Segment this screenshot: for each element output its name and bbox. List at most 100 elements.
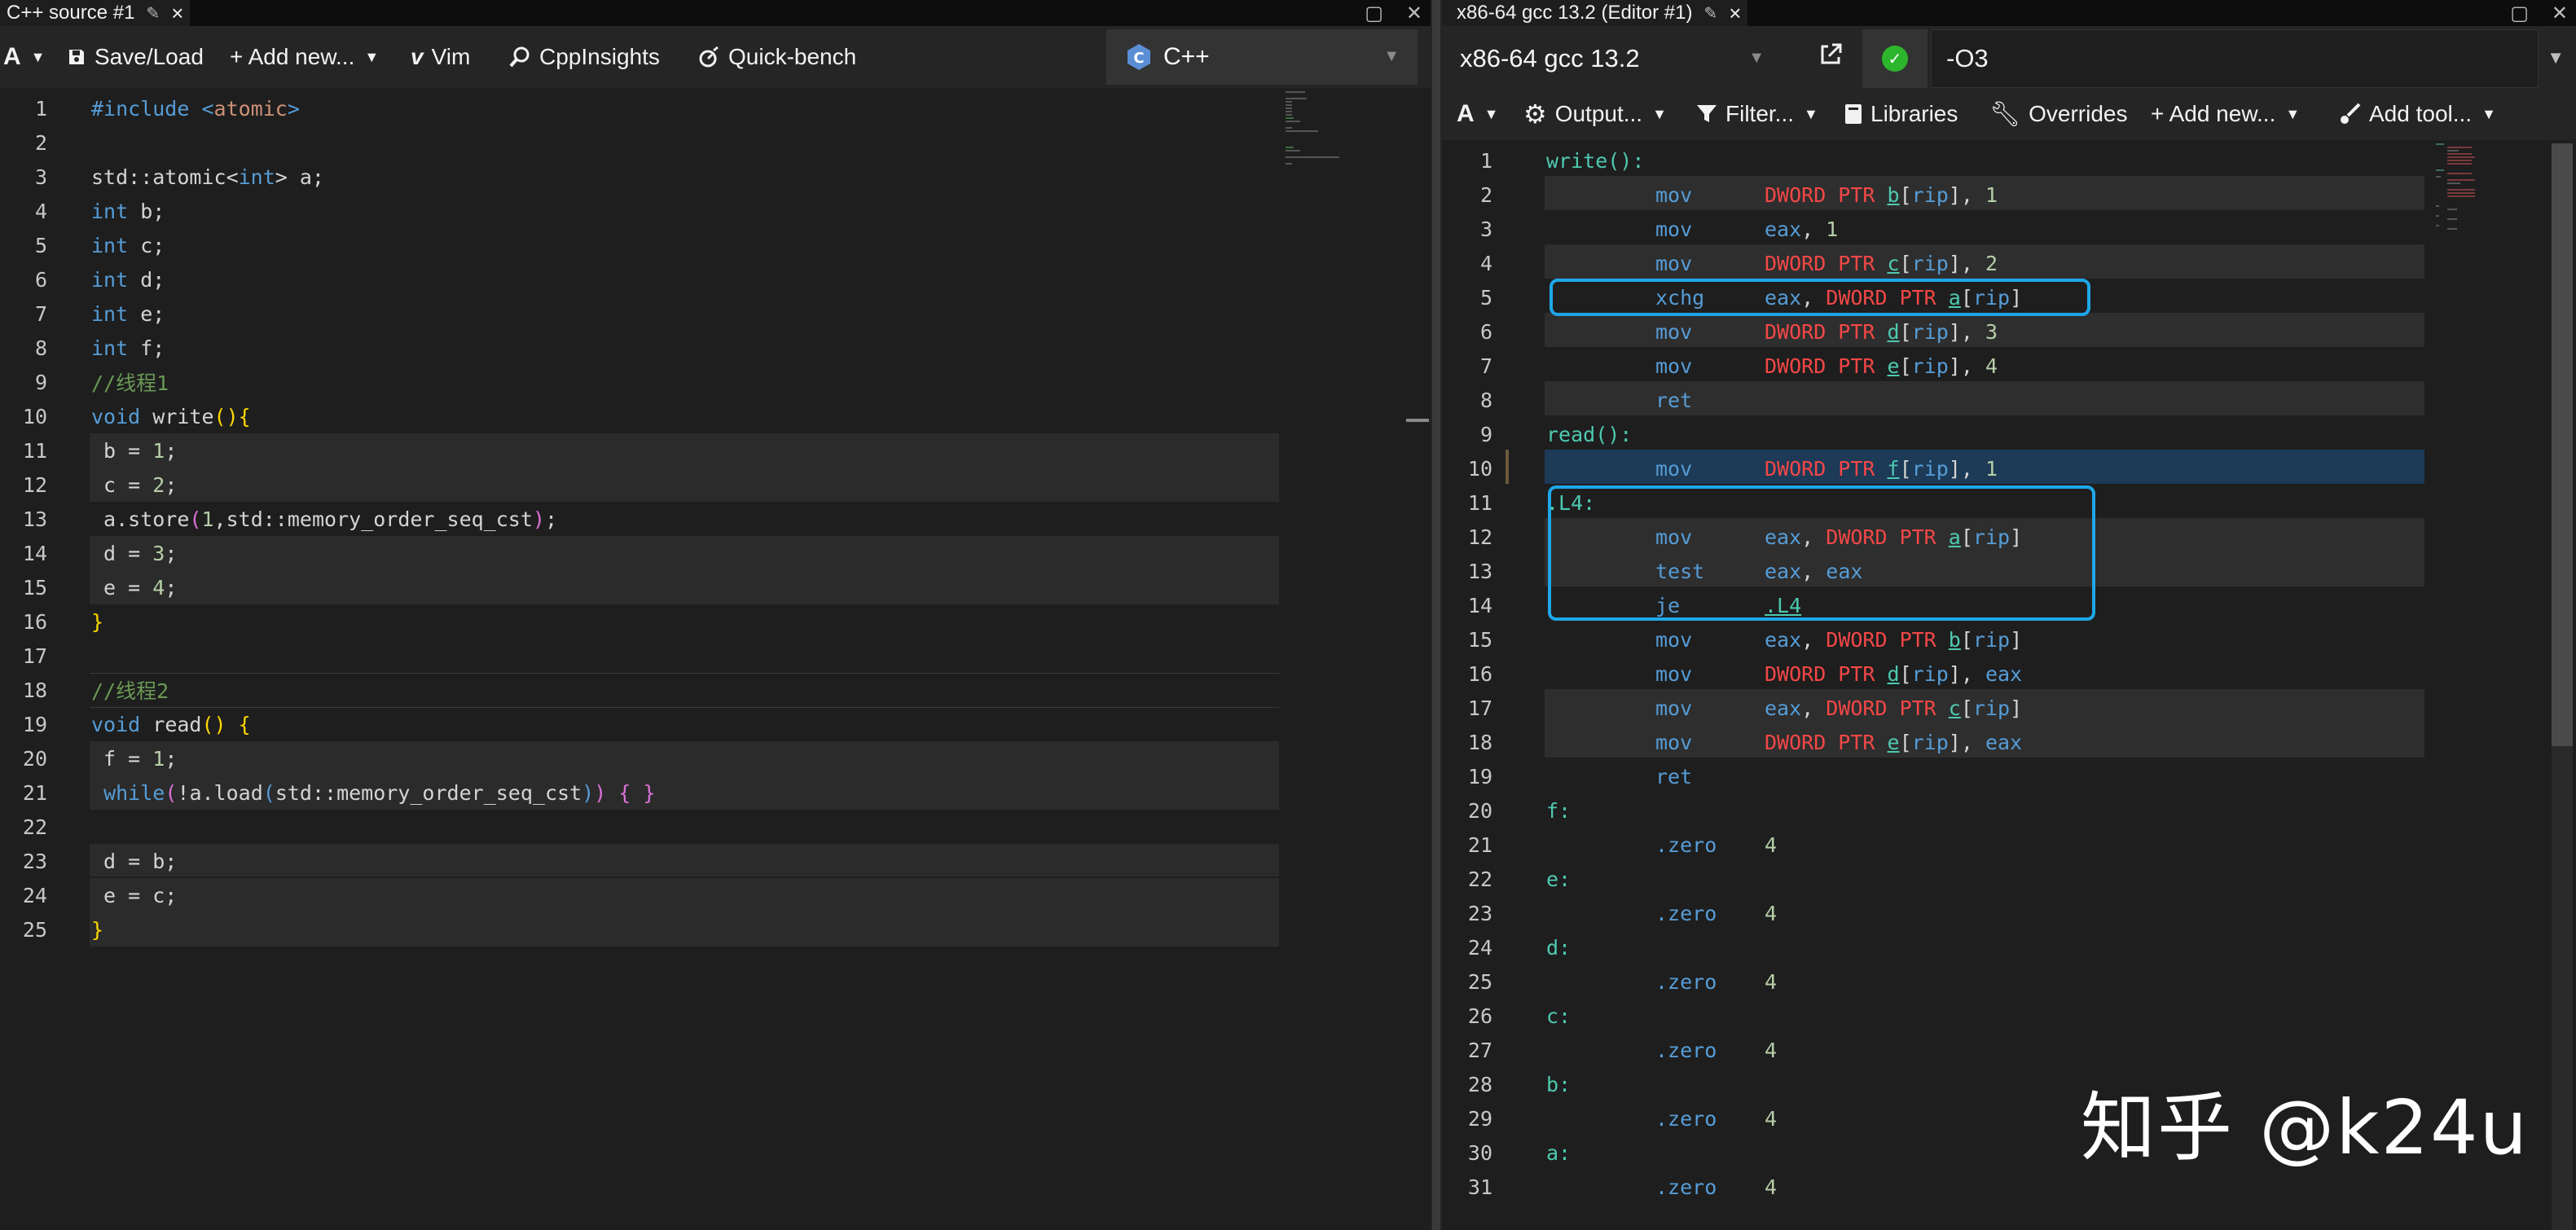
save-load-button[interactable]: Save/Load [67,26,204,88]
maximize-icon[interactable]: ▢ [1365,2,1383,25]
asm-line: 15 mov eax, DWORD PTR b[rip] [1467,627,2023,652]
chevron-down-icon: ▼ [1804,105,1818,122]
cpp-logo-icon: C [1128,44,1150,70]
brush-icon [2341,103,2361,124]
add-new-label: + Add new... [230,44,355,69]
chevron-down-icon: ▼ [1652,105,1667,122]
code-line: 11 b = 1; [22,438,178,463]
output-toolbar: A ▼ ⚙ Output... ▼ Filter... ▼ Libraries … [1442,88,2576,140]
assembly-scrollbar[interactable] [2552,143,2573,1230]
filter-button[interactable]: Filter... ▼ [1696,88,1818,140]
book-icon [1845,104,1862,124]
pane-splitter[interactable] [1431,0,1442,1230]
compiler-tab[interactable]: x86-64 gcc 13.2 (Editor #1) ✎ × [1442,0,1748,26]
code-line: 19 void read() { [22,712,251,736]
source-minimap[interactable] [1286,91,1367,173]
add-new-label: + Add new... [2151,101,2276,126]
filter-label: Filter... [1725,101,1795,126]
code-line: 23 d = b; [22,849,178,873]
spin-loop-highlight-box [1548,485,2095,621]
libraries-button[interactable]: Libraries [1844,88,1958,140]
vim-label: Vim [431,44,471,69]
asm-line: 19 ret [1467,764,1693,789]
font-size-button[interactable]: A ▼ [1457,88,1499,140]
code-line: 16} [22,609,104,634]
language-select[interactable]: C C++ ▼ [1106,29,1418,85]
maximize-icon[interactable]: ▢ [2510,2,2529,25]
add-tool-button[interactable]: Add tool... ▼ [2338,88,2496,140]
close-icon[interactable]: × [171,2,183,24]
output-label: Output... [1554,101,1643,126]
asm-line: 21 .zero 4 [1467,832,1778,857]
code-line: 13 a.store(1,std::memory_order_seq_cst); [22,507,558,531]
scrollbar-thumb[interactable] [2552,143,2573,746]
quickbench-button[interactable]: Quick-bench [697,26,856,88]
asm-line: 24 d: [1467,935,1572,960]
compiler-flags-input[interactable]: -O3 [1931,29,2539,88]
code-line: 20 f = 1; [22,746,178,771]
code-line: 8 int f; [34,336,165,360]
compiler-output-pane: x86-64 gcc 13.2 (Editor #1) ✎ × ▢ ✕ x86-… [1442,0,2576,1230]
asm-line: 20 f: [1467,798,1572,823]
compile-status[interactable]: ✓ [1862,29,1928,88]
libraries-label: Libraries [1870,101,1958,126]
source-editor-pane: C++ source #1 ✎ × ▢ ✕ A ▼ Save/Load + Ad… [0,0,1431,1230]
quickbench-label: Quick-bench [728,44,857,69]
save-load-label: Save/Load [95,44,204,69]
code-line: 10 void write(){ [22,404,251,428]
source-tabbar: C++ source #1 ✎ × ▢ ✕ [0,0,1431,26]
vim-button[interactable]: v Vim [411,26,470,88]
code-line: 2 [34,130,47,155]
save-icon [69,50,84,64]
code-line: 9//线程1 [34,370,169,396]
vim-icon: v [411,44,424,69]
code-line: 18//线程2 [22,678,169,704]
compiler-select[interactable]: x86-64 gcc 13.2 ▼ [1442,29,1781,88]
cppinsights-label: CppInsights [539,44,660,69]
code-line: 7 int e; [34,301,165,326]
asm-line: 23 .zero 4 [1467,901,1778,925]
output-button[interactable]: ⚙ Output... ▼ [1523,88,1667,140]
asm-line: 22 e: [1467,867,1572,891]
compiler-tabbar: x86-64 gcc 13.2 (Editor #1) ✎ × ▢ ✕ [1442,0,2576,26]
popout-icon[interactable] [1818,42,1843,71]
close-pane-icon[interactable]: ✕ [1406,2,1422,25]
chevron-down-icon[interactable]: ▼ [2547,47,2565,68]
overview-ruler-mark [1406,419,1429,422]
close-pane-icon[interactable]: ✕ [2552,2,2568,25]
assembly-minimap[interactable] [2436,143,2517,249]
asm-line: 25 .zero 4 [1467,969,1778,994]
pane-window-buttons: ▢ ✕ [2510,0,2568,26]
cppinsights-button[interactable]: CppInsights [508,26,660,88]
close-icon[interactable]: × [1729,2,1741,24]
compiler-tab-title: x86-64 gcc 13.2 (Editor #1) [1457,2,1693,24]
add-new-button[interactable]: + Add new... ▼ [230,26,379,88]
overrides-label: Overrides [2029,101,2128,126]
code-line: 5 int c; [34,233,165,257]
asm-line: 8 ret [1479,388,1693,412]
asm-line: 1 write(): [1479,148,1645,173]
language-label: C++ [1163,43,1210,70]
overrides-button[interactable]: 🔧︎ Overrides [1989,88,2127,140]
add-new-button[interactable]: + Add new... ▼ [2151,88,2300,140]
chevron-down-icon: ▼ [30,48,46,65]
pencil-icon[interactable]: ✎ [1704,3,1718,24]
chevron-down-icon: ▼ [1748,49,1765,67]
wrench-icon: 🔧︎ [1989,100,2021,128]
source-tab[interactable]: C++ source #1 ✎ × [0,0,191,26]
asm-line: 17 mov eax, DWORD PTR c[rip] [1467,696,2023,720]
code-line: 3 std::atomic<int> a; [34,165,324,189]
check-icon: ✓ [1882,46,1908,72]
source-code-editor[interactable]: 1 #include <atomic> 2 3 std::atomic<int> a… [0,91,1431,1230]
funnel-icon [1697,105,1717,122]
asm-line: 6 mov DWORD PTR d[rip], 3 [1479,319,1998,344]
asm-line: 9 read(): [1479,422,1633,446]
asm-line: 16 mov DWORD PTR d[rip], eax [1467,661,2023,686]
source-tab-title: C++ source #1 [7,2,135,24]
code-line: 14 d = 3; [22,541,178,565]
code-line: 21 while(!a.load(std::memory_order_seq_c… [22,780,656,805]
pencil-icon[interactable]: ✎ [146,3,160,24]
asm-line: 26 c: [1467,1004,1572,1028]
font-size-button[interactable]: A ▼ [3,26,46,88]
stopwatch-icon [699,46,719,68]
